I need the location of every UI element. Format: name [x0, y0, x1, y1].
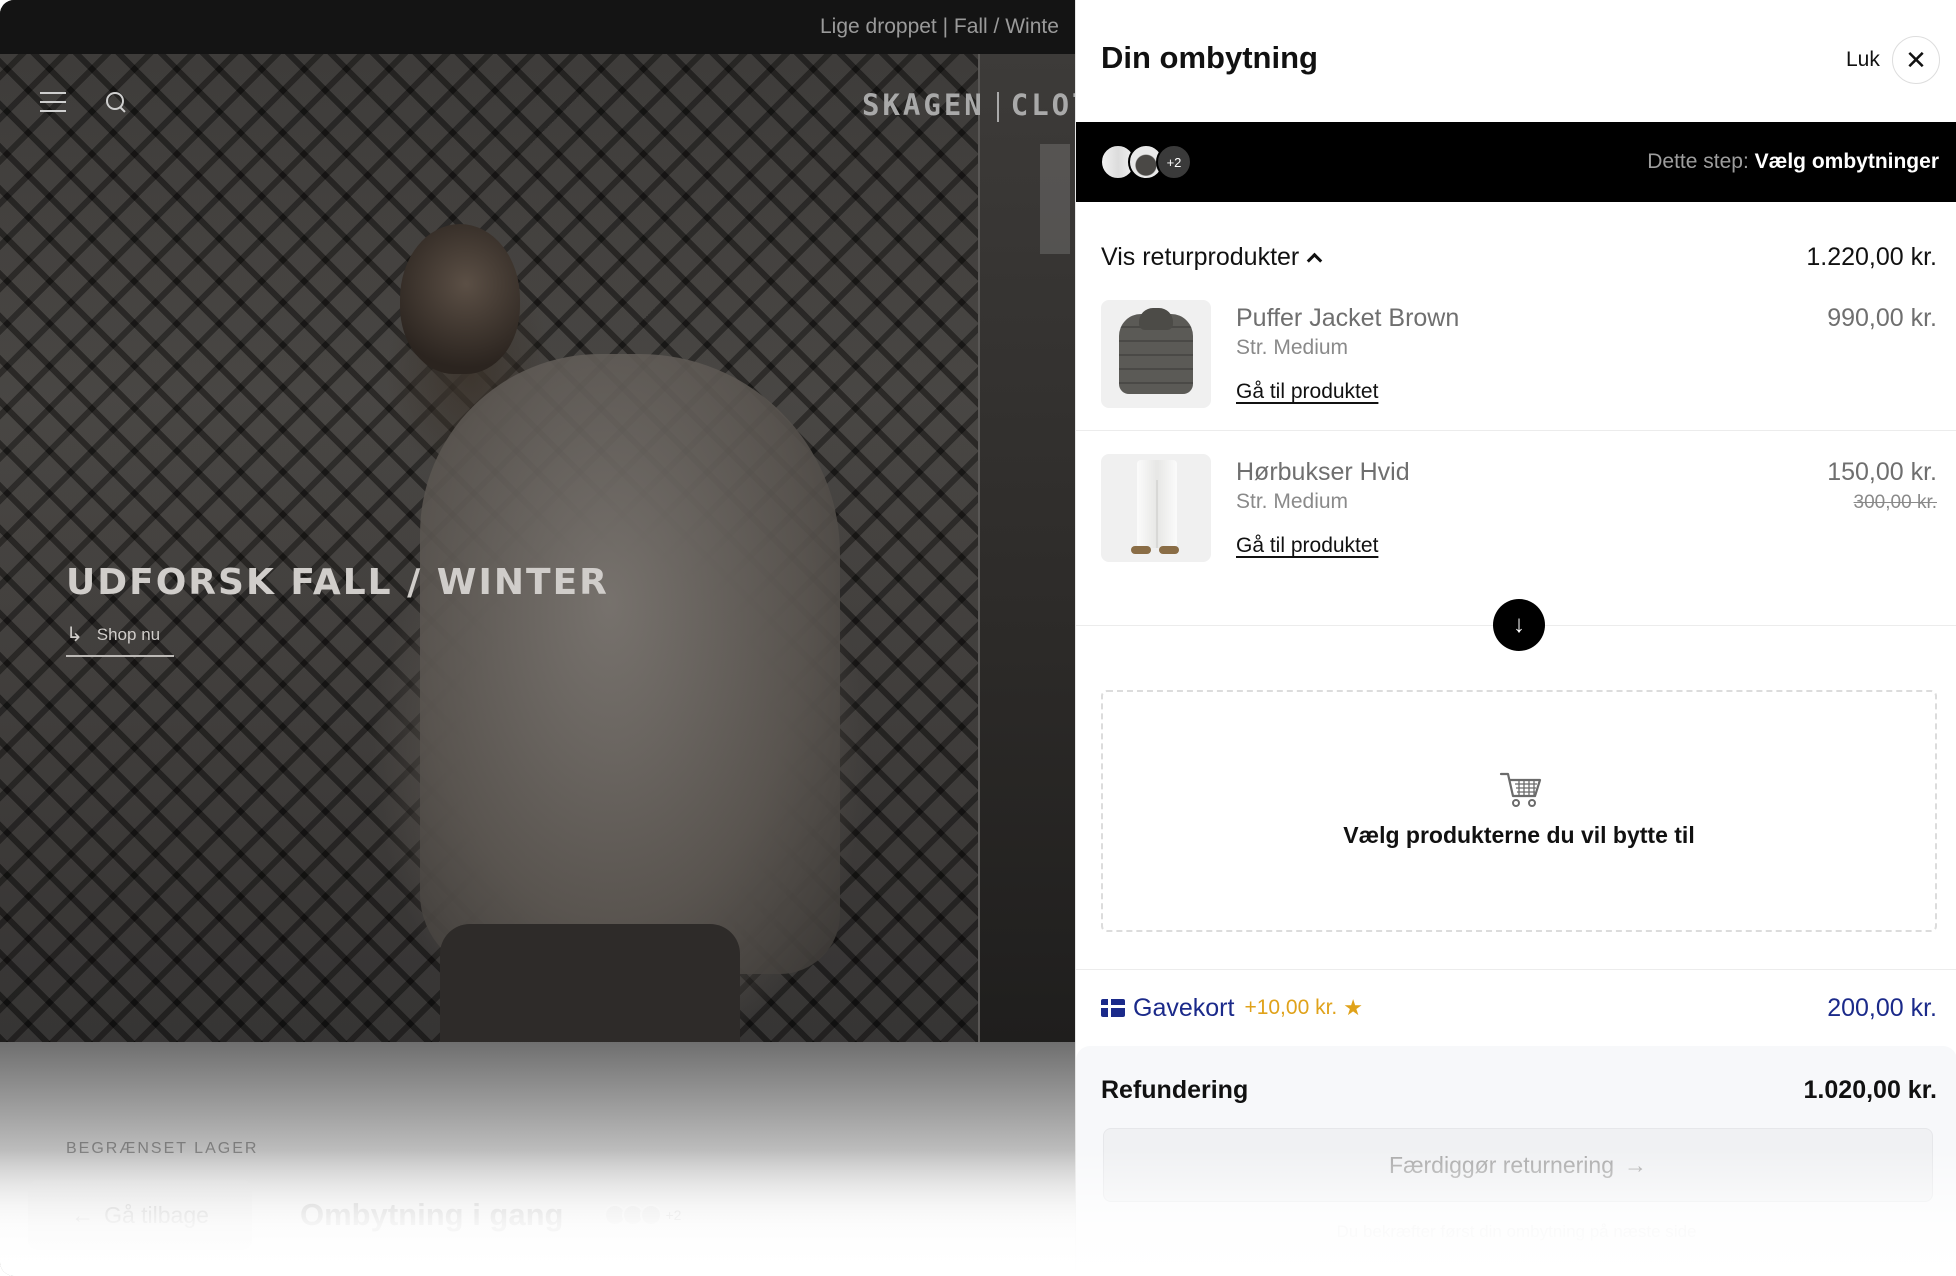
hamburger-icon[interactable]: [40, 92, 66, 112]
giftcard-row: Gavekort +10,00 kr. ★ 200,00 kr.: [1101, 990, 1937, 1026]
hero-model-head: [400, 224, 520, 374]
toggle-return-products[interactable]: Vis returprodukter: [1101, 243, 1323, 272]
storefront-background: Lige droppet | Fall / Winte UDFORSK FALL…: [0, 0, 1075, 1276]
step-value: Vælg ombytninger: [1754, 150, 1939, 173]
choose-exchange-label: Vælg produkterne du vil bytte til: [1343, 822, 1695, 848]
search-icon[interactable]: [106, 92, 126, 112]
complete-return-button[interactable]: Færdiggør returnering →: [1103, 1128, 1933, 1202]
step-label: Dette step:: [1647, 150, 1749, 173]
shop-now-label: Shop nu: [96, 624, 161, 644]
product-name: Hørbukser Hvid: [1236, 458, 1410, 486]
product-divider: [1076, 430, 1956, 431]
page: Lige droppet | Fall / Winte UDFORSK FALL…: [0, 0, 1956, 1276]
go-back-button[interactable]: ← Gå tilbage: [28, 1180, 252, 1250]
store-nav: [40, 92, 126, 112]
drawer-header: Din ombytning Luk ✕: [1076, 0, 1956, 122]
product-size: Str. Medium: [1236, 336, 1349, 359]
complete-return-label: Færdiggør returnering: [1389, 1151, 1614, 1178]
product-old-price: 300,00 kr.: [1853, 492, 1937, 513]
go-to-product-link[interactable]: Gå til produktet: [1236, 534, 1378, 558]
thumb-circle: [639, 1204, 662, 1226]
giftcard-bonus: +10,00 kr.: [1244, 996, 1338, 1019]
return-total: 1.220,00 kr.: [1806, 243, 1937, 271]
announcement-bar: Lige droppet | Fall / Winte: [0, 0, 1075, 54]
jacket-hood-shape: [1139, 308, 1173, 330]
bottom-product-thumbs: +2: [603, 1204, 682, 1226]
close-label[interactable]: Luk: [1846, 48, 1880, 72]
go-to-product-link[interactable]: Gå til produktet: [1236, 380, 1378, 404]
exchange-drawer: Din ombytning Luk ✕ +2 Dette step: Vælg …: [1075, 0, 1956, 1276]
shoe-shape: [1159, 546, 1179, 554]
choose-exchange-products-dropzone[interactable]: Vælg produkterne du vil bytte til: [1101, 690, 1937, 932]
drawer-title: Din ombytning: [1101, 40, 1318, 75]
logo-divider: [996, 92, 999, 122]
product-name: Puffer Jacket Brown: [1236, 304, 1460, 332]
logo-word-left: SKAGEN: [862, 88, 985, 122]
giftcard-label: Gavekort: [1133, 993, 1235, 1022]
arrow-left-icon: ←: [71, 1201, 95, 1228]
hero-model-sweater: [420, 354, 840, 974]
confirm-footnote: Du bekræfter først din ombytning på næst…: [1336, 1222, 1697, 1241]
bottom-thumb-count: +2: [665, 1207, 682, 1223]
product-image-pants[interactable]: [1101, 454, 1211, 562]
return-products-row: Vis returprodukter 1.220,00 kr.: [1101, 243, 1937, 272]
arrow-down-icon: ↓: [1493, 599, 1545, 651]
arrow-return-icon: ↳: [66, 624, 83, 646]
product-price: 150,00 kr.: [1827, 458, 1937, 486]
current-step: Dette step: Vælg ombytninger: [1647, 150, 1939, 174]
return-product-item: Puffer Jacket Brown Str. Medium Gå til p…: [1101, 300, 1937, 410]
chevron-up-icon: [1306, 252, 1323, 269]
giftcard-amount: 200,00 kr.: [1827, 993, 1937, 1022]
star-icon: ★: [1343, 995, 1363, 1020]
shoe-shape: [1131, 546, 1151, 554]
giftcard-divider: [1076, 969, 1956, 970]
product-image-jacket[interactable]: [1101, 300, 1211, 408]
hero-window: [1040, 144, 1070, 254]
go-back-label: Gå tilbage: [104, 1201, 209, 1228]
shop-now-link[interactable]: ↳ Shop nu: [66, 622, 174, 657]
return-product-item: Hørbukser Hvid Str. Medium Gå til produk…: [1101, 454, 1937, 564]
store-logo[interactable]: SKAGEN CLOTH: [862, 88, 1075, 122]
cart-icon: [1499, 772, 1542, 807]
step-bar: +2 Dette step: Vælg ombytninger: [1076, 122, 1956, 202]
refund-amount: 1.020,00 kr.: [1803, 1076, 1937, 1104]
hero-banner[interactable]: UDFORSK FALL / WINTER ↳ Shop nu: [0, 54, 1075, 1042]
refund-label: Refundering: [1101, 1076, 1249, 1104]
pants-shape: [1137, 460, 1177, 548]
selected-product-thumbs: +2: [1100, 144, 1192, 180]
exchange-in-progress-title: Ombytning i gang: [300, 1197, 564, 1232]
exchange-progress-bar: ← Gå tilbage Ombytning i gang +2: [28, 1180, 681, 1250]
hero-title: UDFORSK FALL / WINTER: [66, 562, 609, 603]
giftcard-icon: [1101, 999, 1125, 1017]
stock-label: BEGRÆNSET LAGER: [66, 1140, 259, 1157]
arrow-right-icon: →: [1623, 1151, 1647, 1178]
close-icon: ✕: [1905, 44, 1927, 75]
toggle-return-label: Vis returprodukter: [1101, 243, 1300, 271]
product-size: Str. Medium: [1236, 490, 1349, 513]
logo-word-right: CLOTH: [1010, 88, 1075, 122]
product-price: 990,00 kr.: [1827, 304, 1937, 332]
announcement-text: Lige droppet | Fall / Winte: [820, 15, 1059, 38]
product-thumb-count: +2: [1156, 144, 1192, 180]
close-button[interactable]: ✕: [1892, 36, 1940, 84]
refund-panel: Refundering 1.020,00 kr. Færdiggør retur…: [1076, 1046, 1956, 1276]
hero-model-legs: [440, 924, 740, 1042]
